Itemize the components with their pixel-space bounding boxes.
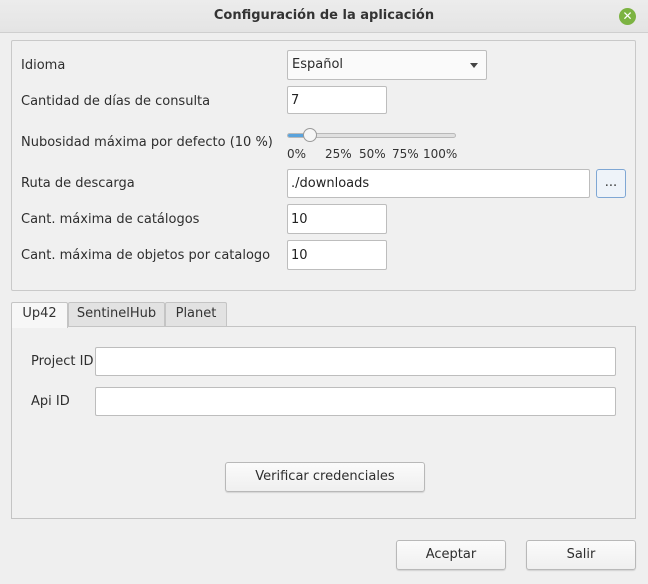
max-catalogs-input[interactable]: [287, 204, 387, 234]
download-path-label: Ruta de descarga: [21, 176, 135, 191]
max-objects-input[interactable]: [287, 240, 387, 270]
accept-button[interactable]: Aceptar: [396, 540, 506, 570]
language-value: Español: [292, 57, 344, 72]
verify-credentials-button[interactable]: Verificar credenciales: [225, 462, 425, 492]
exit-button[interactable]: Salir: [526, 540, 636, 570]
close-icon[interactable]: ✕: [619, 8, 636, 25]
chevron-down-icon: [470, 63, 478, 68]
api-id-label: Api ID: [31, 394, 70, 409]
language-select[interactable]: Español: [287, 50, 487, 80]
cloud-label: Nubosidad máxima por defecto (10 %): [21, 135, 273, 150]
cloud-tick-25: 25%: [325, 147, 352, 161]
api-id-input[interactable]: [95, 387, 616, 416]
project-id-input[interactable]: [95, 347, 616, 376]
cloud-slider-handle[interactable]: [302, 128, 317, 142]
tab-sentinelhub[interactable]: SentinelHub: [68, 302, 165, 326]
cloud-tick-75: 75%: [392, 147, 419, 161]
tab-planet[interactable]: Planet: [165, 302, 227, 326]
window-title: Configuración de la aplicación: [213, 8, 435, 23]
project-id-label: Project ID: [31, 354, 94, 369]
days-label: Cantidad de días de consulta: [21, 94, 211, 109]
cloud-tick-100: 100%: [423, 147, 458, 161]
browse-button[interactable]: ...: [596, 169, 626, 198]
cloud-tick-0: 0%: [287, 147, 307, 161]
download-path-input[interactable]: [287, 169, 590, 198]
tab-up42[interactable]: Up42: [11, 302, 68, 328]
cloud-tick-50: 50%: [359, 147, 386, 161]
days-input[interactable]: [287, 86, 387, 114]
title-bar: Configuración de la aplicación ✕: [0, 0, 648, 33]
max-catalogs-label: Cant. máxima de catálogos: [21, 212, 200, 227]
max-objects-label: Cant. máxima de objetos por catalogo: [21, 248, 271, 263]
language-label: Idioma: [21, 58, 66, 73]
